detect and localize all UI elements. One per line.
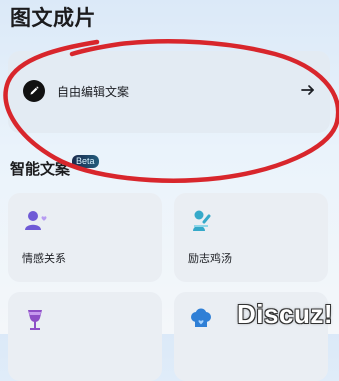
beta-badge: Beta: [72, 155, 99, 168]
discuz-watermark: Discuz!: [237, 296, 333, 330]
free-edit-label: 自由编辑文案: [57, 85, 130, 99]
free-edit-entry[interactable]: 自由编辑文案: [8, 51, 330, 133]
people-heart-icon: [25, 211, 47, 230]
tile-label: 情感关系: [22, 252, 66, 265]
chef-hat-icon: [191, 308, 211, 327]
page: 图文成片 自由编辑文案 智能文案 Beta 情感关系 励志鸡汤 Discuz!: [0, 0, 339, 381]
watermark-text: Discuz!: [237, 299, 333, 329]
pen-icon: [23, 80, 45, 102]
tile-motivation[interactable]: 励志鸡汤: [174, 193, 328, 282]
arrow-right-icon: [301, 85, 314, 95]
tile-relationship[interactable]: 情感关系: [8, 193, 162, 282]
cheering-person-icon: [193, 210, 211, 231]
tile-label: 励志鸡汤: [188, 252, 232, 265]
wine-glass-icon: [28, 310, 42, 330]
page-title: 图文成片: [10, 6, 96, 30]
section-title: 智能文案: [10, 160, 71, 178]
tile-item-3[interactable]: [8, 292, 162, 381]
